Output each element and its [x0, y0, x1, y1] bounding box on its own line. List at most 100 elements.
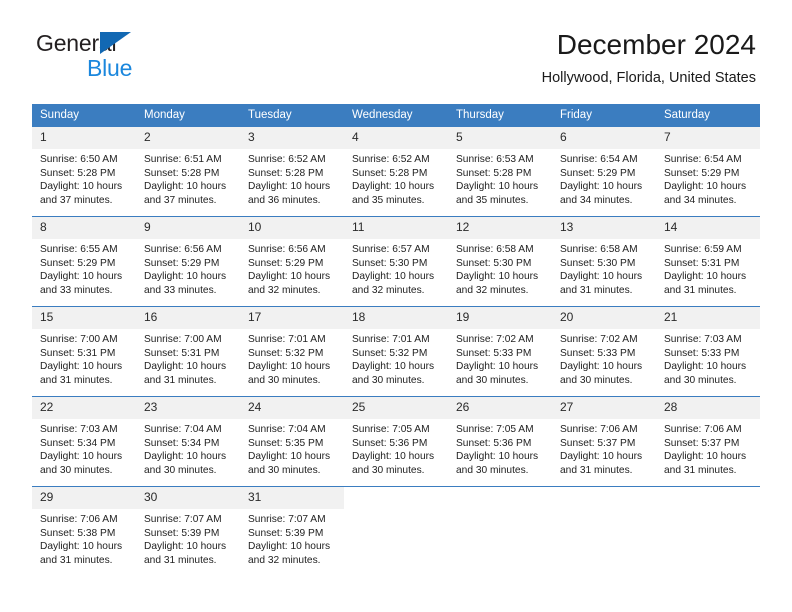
calendar-day-cell[interactable]: 17 Sunrise: 7:01 AM Sunset: 5:32 PM Dayligh…: [240, 306, 344, 397]
daylight-duration-line1: Daylight: 10 hours: [144, 271, 227, 283]
sunset-time: Sunset: 5:39 PM: [144, 527, 220, 539]
day-details: Sunrise: 7:07 AM Sunset: 5:39 PM Daylight:…: [136, 509, 240, 567]
day-number: 22: [32, 397, 136, 419]
sunset-time: Sunset: 5:32 PM: [248, 347, 324, 359]
calendar-body: 1 Sunrise: 6:50 AM Sunset: 5:28 PM Daylight…: [32, 126, 760, 577]
daylight-duration-line1: Daylight: 10 hours: [456, 361, 539, 373]
day-details: Sunrise: 7:02 AM Sunset: 5:33 PM Daylight:…: [552, 329, 656, 387]
calendar-day-cell[interactable]: 30 Sunrise: 7:07 AM Sunset: 5:39 PM Dayligh…: [136, 486, 240, 577]
daylight-duration-line2: and 31 minutes.: [664, 464, 737, 476]
day-details: Sunrise: 7:03 AM Sunset: 5:33 PM Daylight:…: [656, 329, 760, 387]
sunrise-time: Sunrise: 7:02 AM: [456, 334, 534, 345]
sunset-time: Sunset: 5:35 PM: [248, 437, 324, 449]
daylight-duration-line1: Daylight: 10 hours: [664, 181, 747, 193]
calendar-day-cell[interactable]: 27 Sunrise: 7:06 AM Sunset: 5:37 PM Dayligh…: [552, 396, 656, 487]
sunrise-time: Sunrise: 6:58 AM: [456, 244, 534, 255]
calendar-day-cell[interactable]: 9 Sunrise: 6:56 AM Sunset: 5:29 PM Daylight…: [136, 216, 240, 307]
calendar-day-cell[interactable]: 18 Sunrise: 7:01 AM Sunset: 5:32 PM Dayligh…: [344, 306, 448, 397]
calendar-day-cell[interactable]: 1 Sunrise: 6:50 AM Sunset: 5:28 PM Daylight…: [32, 126, 136, 217]
sunset-time: Sunset: 5:29 PM: [560, 167, 636, 179]
weekday-header-friday: Friday: [552, 104, 656, 127]
daylight-duration-line1: Daylight: 10 hours: [560, 271, 643, 283]
daylight-duration-line2: and 32 minutes.: [248, 284, 321, 296]
sunrise-time: Sunrise: 7:01 AM: [248, 334, 326, 345]
weekday-header-thursday: Thursday: [448, 104, 552, 127]
calendar-day-cell[interactable]: 22 Sunrise: 7:03 AM Sunset: 5:34 PM Dayligh…: [32, 396, 136, 487]
day-details: Sunrise: 6:53 AM Sunset: 5:28 PM Daylight:…: [448, 149, 552, 207]
calendar-day-cell[interactable]: 25 Sunrise: 7:05 AM Sunset: 5:36 PM Dayligh…: [344, 396, 448, 487]
daylight-duration-line2: and 31 minutes.: [560, 464, 633, 476]
day-details: Sunrise: 6:58 AM Sunset: 5:30 PM Daylight:…: [448, 239, 552, 297]
daylight-duration-line1: Daylight: 10 hours: [664, 361, 747, 373]
daylight-duration-line2: and 37 minutes.: [144, 194, 217, 206]
sunset-time: Sunset: 5:33 PM: [560, 347, 636, 359]
calendar-day-cell[interactable]: 16 Sunrise: 7:00 AM Sunset: 5:31 PM Dayligh…: [136, 306, 240, 397]
daylight-duration-line1: Daylight: 10 hours: [40, 271, 123, 283]
sunrise-time: Sunrise: 6:58 AM: [560, 244, 638, 255]
sunset-time: Sunset: 5:28 PM: [352, 167, 428, 179]
calendar-day-cell[interactable]: 2 Sunrise: 6:51 AM Sunset: 5:28 PM Daylight…: [136, 126, 240, 217]
sunset-time: Sunset: 5:34 PM: [40, 437, 116, 449]
calendar-day-cell[interactable]: 31 Sunrise: 7:07 AM Sunset: 5:39 PM Dayligh…: [240, 486, 344, 577]
day-number: 27: [552, 397, 656, 419]
generalblue-logo[interactable]: General Blue: [36, 30, 216, 86]
sunrise-time: Sunrise: 7:06 AM: [40, 514, 118, 525]
calendar-day-cell[interactable]: 3 Sunrise: 6:52 AM Sunset: 5:28 PM Daylight…: [240, 126, 344, 217]
sunrise-time: Sunrise: 7:07 AM: [144, 514, 222, 525]
daylight-duration-line2: and 30 minutes.: [248, 464, 321, 476]
calendar-day-cell[interactable]: 19 Sunrise: 7:02 AM Sunset: 5:33 PM Dayligh…: [448, 306, 552, 397]
day-number: 26: [448, 397, 552, 419]
day-number: 23: [136, 397, 240, 419]
day-details: Sunrise: 6:58 AM Sunset: 5:30 PM Daylight:…: [552, 239, 656, 297]
calendar-day-cell[interactable]: 14 Sunrise: 6:59 AM Sunset: 5:31 PM Dayligh…: [656, 216, 760, 307]
calendar-day-cell[interactable]: 7 Sunrise: 6:54 AM Sunset: 5:29 PM Daylight…: [656, 126, 760, 217]
sunset-time: Sunset: 5:32 PM: [352, 347, 428, 359]
daylight-duration-line1: Daylight: 10 hours: [664, 271, 747, 283]
day-number: 18: [344, 307, 448, 329]
calendar-day-cell[interactable]: 6 Sunrise: 6:54 AM Sunset: 5:29 PM Daylight…: [552, 126, 656, 217]
calendar-day-cell[interactable]: 8 Sunrise: 6:55 AM Sunset: 5:29 PM Daylight…: [32, 216, 136, 307]
calendar-day-cell[interactable]: 15 Sunrise: 7:00 AM Sunset: 5:31 PM Dayligh…: [32, 306, 136, 397]
sunrise-time: Sunrise: 7:03 AM: [664, 334, 742, 345]
calendar-day-cell[interactable]: 23 Sunrise: 7:04 AM Sunset: 5:34 PM Dayligh…: [136, 396, 240, 487]
calendar-day-cell[interactable]: 13 Sunrise: 6:58 AM Sunset: 5:30 PM Dayligh…: [552, 216, 656, 307]
calendar-day-cell[interactable]: 12 Sunrise: 6:58 AM Sunset: 5:30 PM Dayligh…: [448, 216, 552, 307]
daylight-duration-line2: and 30 minutes.: [560, 374, 633, 386]
day-number: [552, 487, 656, 509]
day-details: Sunrise: 7:01 AM Sunset: 5:32 PM Daylight:…: [344, 329, 448, 387]
daylight-duration-line2: and 30 minutes.: [456, 464, 529, 476]
calendar-day-cell[interactable]: 10 Sunrise: 6:56 AM Sunset: 5:29 PM Dayligh…: [240, 216, 344, 307]
day-details: Sunrise: 6:51 AM Sunset: 5:28 PM Daylight:…: [136, 149, 240, 207]
calendar-day-cell[interactable]: 21 Sunrise: 7:03 AM Sunset: 5:33 PM Dayligh…: [656, 306, 760, 397]
sunrise-time: Sunrise: 6:54 AM: [560, 154, 638, 165]
calendar-day-cell[interactable]: 20 Sunrise: 7:02 AM Sunset: 5:33 PM Dayligh…: [552, 306, 656, 397]
day-details: Sunrise: 6:56 AM Sunset: 5:29 PM Daylight:…: [240, 239, 344, 297]
daylight-duration-line1: Daylight: 10 hours: [40, 181, 123, 193]
calendar-day-cell[interactable]: 11 Sunrise: 6:57 AM Sunset: 5:30 PM Dayligh…: [344, 216, 448, 307]
sunset-time: Sunset: 5:29 PM: [40, 257, 116, 269]
page-header: General Blue December 2024 Hollywood, Fl…: [0, 0, 792, 100]
day-details: [448, 509, 552, 513]
daylight-duration-line1: Daylight: 10 hours: [144, 541, 227, 553]
title-block: December 2024 Hollywood, Florida, United…: [542, 28, 756, 88]
daylight-duration-line2: and 30 minutes.: [352, 374, 425, 386]
sunset-time: Sunset: 5:36 PM: [352, 437, 428, 449]
day-number: 5: [448, 127, 552, 149]
weekday-header-row: Sunday Monday Tuesday Wednesday Thursday…: [32, 104, 760, 127]
daylight-duration-line1: Daylight: 10 hours: [144, 361, 227, 373]
calendar-day-cell[interactable]: 24 Sunrise: 7:04 AM Sunset: 5:35 PM Dayligh…: [240, 396, 344, 487]
calendar-day-cell[interactable]: 26 Sunrise: 7:05 AM Sunset: 5:36 PM Dayligh…: [448, 396, 552, 487]
day-number: 4: [344, 127, 448, 149]
day-number: 17: [240, 307, 344, 329]
sunset-time: Sunset: 5:28 PM: [248, 167, 324, 179]
day-number: 15: [32, 307, 136, 329]
weekday-header-wednesday: Wednesday: [344, 104, 448, 127]
daylight-duration-line2: and 35 minutes.: [352, 194, 425, 206]
calendar-day-cell[interactable]: 28 Sunrise: 7:06 AM Sunset: 5:37 PM Dayligh…: [656, 396, 760, 487]
daylight-duration-line1: Daylight: 10 hours: [40, 541, 123, 553]
calendar-day-cell[interactable]: 4 Sunrise: 6:52 AM Sunset: 5:28 PM Daylight…: [344, 126, 448, 217]
calendar-day-cell[interactable]: 29 Sunrise: 7:06 AM Sunset: 5:38 PM Dayligh…: [32, 486, 136, 577]
calendar-day-cell[interactable]: 5 Sunrise: 6:53 AM Sunset: 5:28 PM Daylight…: [448, 126, 552, 217]
weekday-header-sunday: Sunday: [32, 104, 136, 127]
daylight-duration-line1: Daylight: 10 hours: [248, 451, 331, 463]
